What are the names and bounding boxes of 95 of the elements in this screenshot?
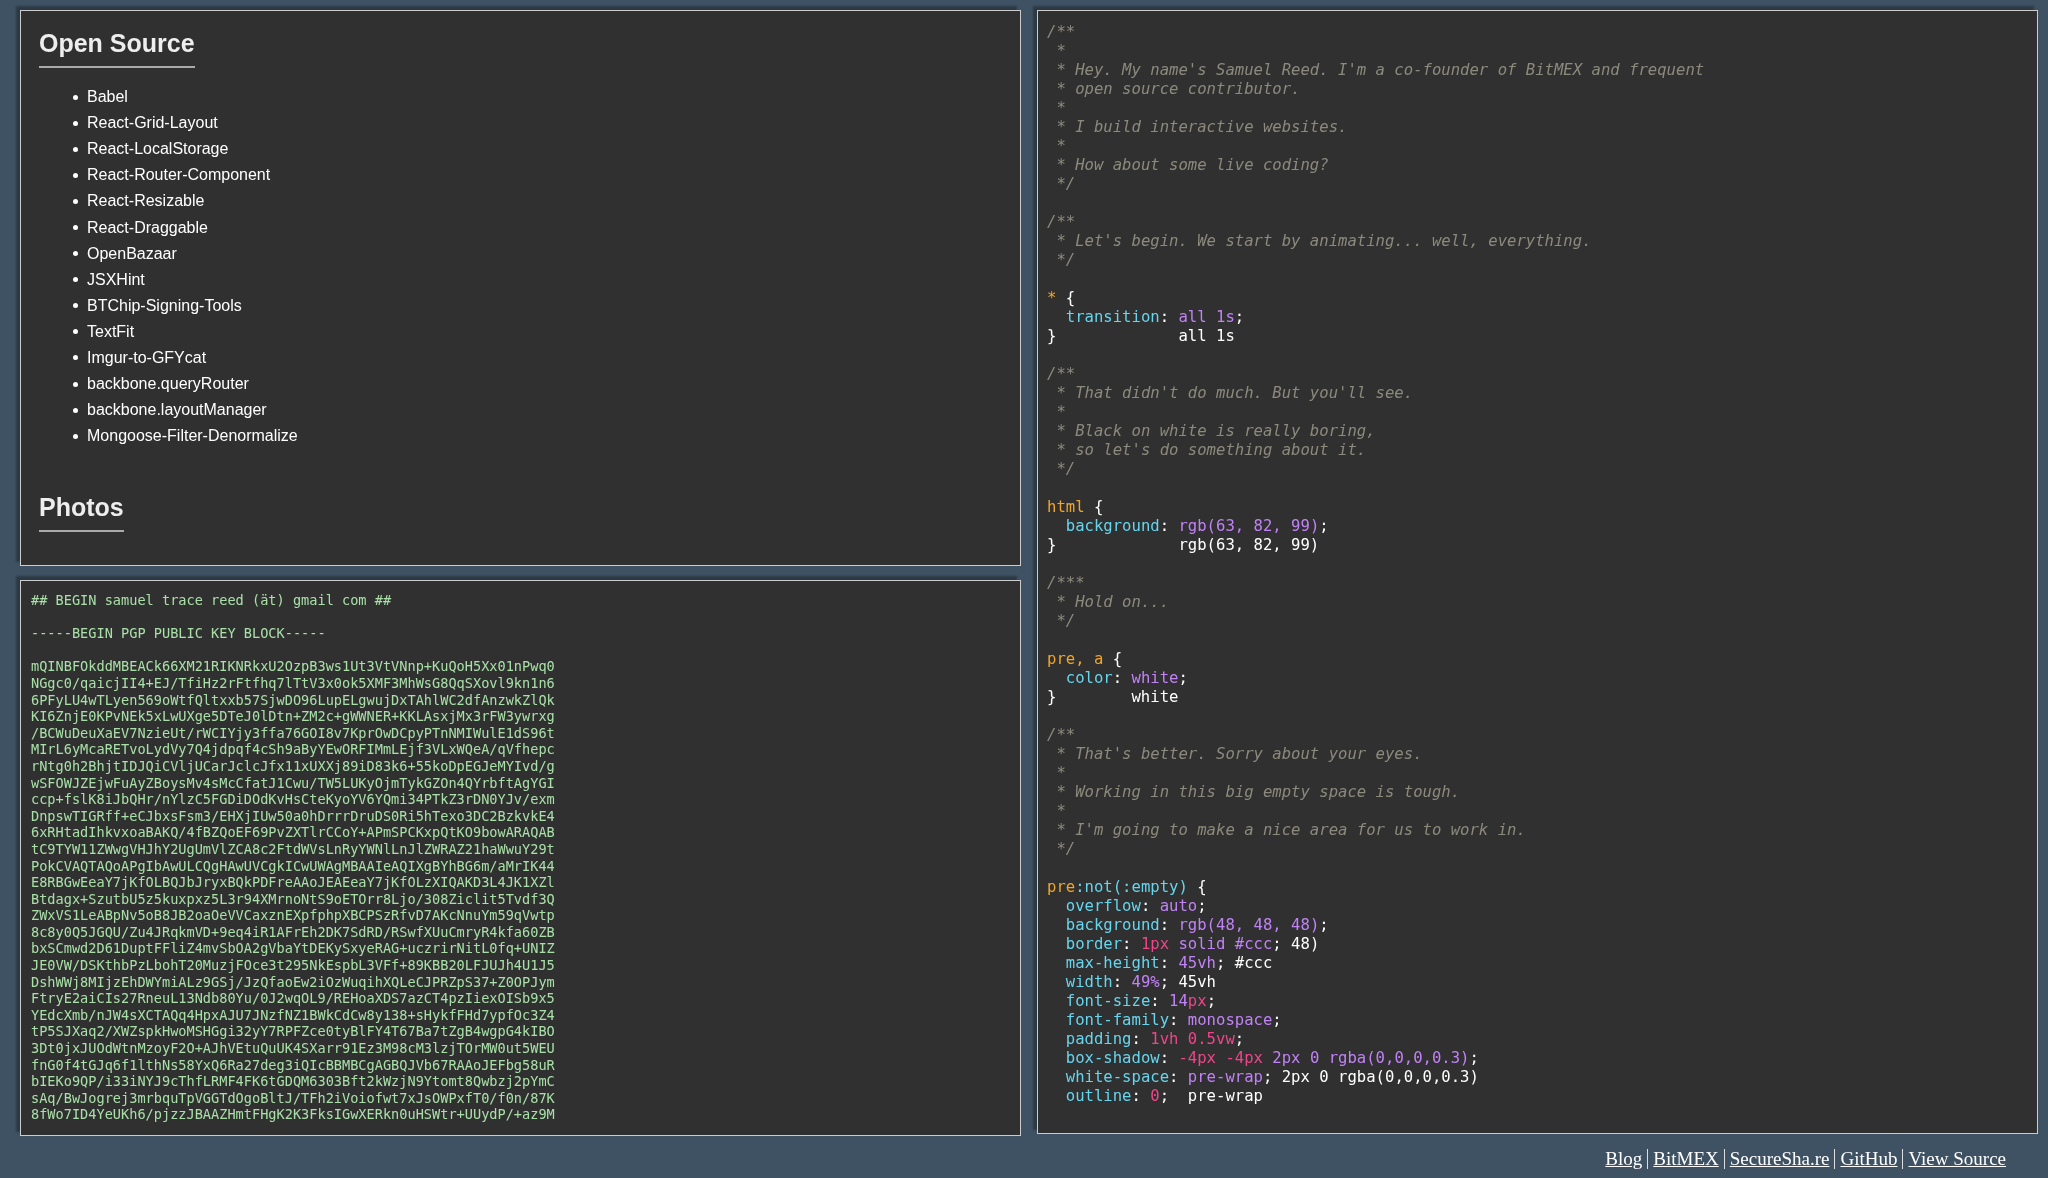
code-line: } xyxy=(1047,327,1057,345)
bullet-icon xyxy=(73,225,78,230)
footer-link[interactable]: SecureSha.re xyxy=(1729,1148,1830,1170)
code-comment: * so let's do something about it. xyxy=(1055,441,1367,459)
code-comment: * xyxy=(1055,764,1066,782)
code-comment: */ xyxy=(1055,251,1076,269)
code-line: padding: 1vh 0.5vw; xyxy=(1064,1030,1245,1048)
project-link[interactable]: OpenBazaar xyxy=(87,244,177,263)
code-line: } xyxy=(1047,536,1057,554)
bullet-icon xyxy=(73,329,78,335)
code-comment: * Hey. My name's Samuel Reed. I'm a co-founder of BitMEX and frequent xyxy=(1055,61,1705,79)
project-link[interactable]: backbone.queryRouter xyxy=(87,375,249,394)
key-header: ## BEGIN samuel trace reed (ät) gmail com ## xyxy=(31,592,393,609)
code-line: pre:not(:empty) { xyxy=(1047,878,1207,896)
code-line: transition: all 1s; xyxy=(1064,308,1245,326)
project-link[interactable]: React-Router-Component xyxy=(87,166,271,185)
footer-link[interactable]: View Source xyxy=(1908,1148,2006,1170)
section-heading: Photos xyxy=(39,493,124,533)
bullet-icon xyxy=(73,198,78,204)
code-comment: /** xyxy=(1047,726,1076,744)
bullet-icon xyxy=(73,355,78,361)
code-line: } xyxy=(1047,688,1057,706)
bullet-icon xyxy=(73,407,78,413)
computed-value-text: 45vh xyxy=(1178,973,1216,991)
code-line: color: white; xyxy=(1064,669,1188,687)
project-link[interactable]: React-Resizable xyxy=(87,192,205,211)
code-comment: * xyxy=(1055,403,1066,421)
key-block-marker: -----BEGIN PGP PUBLIC KEY BLOCK----- xyxy=(31,625,327,642)
bullet-icon xyxy=(73,251,78,257)
bullet-icon xyxy=(73,433,78,439)
bullet-icon xyxy=(73,94,78,100)
code-comment: * I build interactive websites. xyxy=(1055,118,1348,136)
project-link[interactable]: BTChip-Signing-Tools xyxy=(87,296,242,315)
code-comment: * xyxy=(1055,42,1066,60)
code-comment: */ xyxy=(1055,612,1076,630)
project-link[interactable]: TextFit xyxy=(87,322,135,341)
code-comment: * xyxy=(1055,802,1066,820)
code-comment: * xyxy=(1055,99,1066,117)
code-line: html { xyxy=(1047,498,1104,516)
code-comment: * I'm going to make a nice area for us to work in. xyxy=(1055,821,1526,839)
computed-value-text: 2px 0 rgba(0,0,0,0.3) xyxy=(1281,1068,1479,1086)
code-line: white-space: pre-wrap; xyxy=(1064,1068,1273,1086)
bullet-icon xyxy=(73,277,78,283)
project-link[interactable]: backbone.layoutManager xyxy=(87,401,267,420)
project-link[interactable]: React-Draggable xyxy=(87,218,208,237)
computed-value-text: pre-wrap xyxy=(1187,1087,1263,1105)
code-line: font-size: 14px; xyxy=(1064,992,1216,1010)
bullet-icon xyxy=(73,146,78,152)
code-line: font-family: monospace; xyxy=(1064,1011,1282,1029)
bullet-icon xyxy=(73,172,78,178)
code-comment: * That's better. Sorry about your eyes. xyxy=(1055,745,1423,763)
code-comment: */ xyxy=(1055,840,1076,858)
code-line: width: 49%; xyxy=(1064,973,1170,991)
code-line: overflow: auto; xyxy=(1064,897,1207,915)
project-link[interactable]: Mongoose-Filter-Denormalize xyxy=(87,427,298,446)
bullet-icon xyxy=(73,381,78,387)
code-comment: * That didn't do much. But you'll see. xyxy=(1055,384,1414,402)
code-line: box-shadow: -4px -4px 2px 0 rgba(0,0,0,0.3); xyxy=(1064,1049,1479,1067)
code-comment: * Working in this big empty space is tough. xyxy=(1055,783,1461,801)
public-key-text: mQINBFOkddMBEACk66XM21RIKNRkxU2OzpB3ws1Ut3VtVNnp+KuQoH5Xx01nPwq0 NGgc0/qaicjII4+EJ/TfiHz2rFtfhq7lTtV3x0ok5XMF3MhWsG8QqSXovl9kn1n6 6PFyLU4wTLyen569oWtfQltxxb57SjwDO96LupELgwujDxTAhlWC2dfAnzwkZlQk KI6ZnjE0KPvNEk5xLwUXge5DTeJ0lDtn+ZM2c+gWWNER+KKLAsxjMx3rFW3ywrxg /BCWuDeuXaEV7NzieUt/rWCIYjy3ffa76GOI8v7KprOwDCpyPTnNMIWulE1dS96t MIrL6yMcaRETvoLydVy7Q4jdpqf4cSh9aByYEwORFIMmLEjf3VLxWQeA/qVfhepc rNtg0h2BhjtIDJQiCVljUCarJclcJfx11xUXXj89iD83k6+55koDpEGJeMYIvd/g wSFOWJZEjwFuAyZBoysMv4sMcCfatJ1Cwu/TW5LUKyOjmTykGZOn4QYrbftAgYGI ccp+fslK8iJbQHr/nYlzC5FGDiDOdKvHsCteKyoYV6YQmi34PTkZ3rDN0YJv/exm DnpswTIGRff+eCJbxsFsm3/EHXjIUw50a0hDrrrDruDS0Ri5hTexo3DC2BzkvkE4 6xRHtadIhkvxoaBAKQ/4fBZQoEF69PvZXTlrCCoY+APmSPCKxpQtKO9bowARAQAB tC9TYW11ZWwgVHJhY2UgUmVlZCA8c2FtdWVsLnRyYWNlLnJlZWRAZ21haWwuY29t PokCVAQTAQoAPgIbAwULCQgHAwUVCgkICwUWAgMBAAIeAQIXgBYhBG6m/aMrIK44 E8RBGwEeaY7jKfOLBQJbJryxBQkPDFreAAoJEAEeaY7jKfOLzXIQAKD3L4JK1XZl Btdagx+SzutbU5z5kuxpxz5L3r94XMrnoNtS9oETOrr8Ljo/308Ziclit5Tvdf3Q ZWxVS1LeABpNv5oB8JB2oaOeVVCaxznEXpfphpXBCPSzRfvD7AKcNnuYm59qVwtp 8c8y0Q5JGQU/Zu4JRqkmVD+9eq4iR1AFrEh2DK7SdRD/RSwfXUuCmryR4kfa60ZB bxSCmwd2D61DuptFFliZ4mvSbOA2gVbaYtDEKySxyeRAG+uczrirNitL0fq+UNIZ JE0VW/DSKthbPzLbohT20MuzjFOce3t295NkEspbL3VFf+89KBB20LFJUJh4U1J5 DshWWj8MIjzEhDWYmiALz9GSj/JzQfaoEw2iOzWuqihXQLeCJPRZpS37+Z0OPJym FtryE2aiCIs27RneuL13Ndb80Yu/0J2wqOL9/REHoaXDS7azCT4pzIiexOISb9x5 YEdcXmb/nJW4sXCTAQq4HpxAJU7JNzfNZ1BWkCdCw8y138+sHykfFHd7ypfOc3Z4 tP5SJXaq2/XWZspkHwoMSHGgi32yY7RPFZce0tyBlFY4T67Ba7tZgB4wgpG4kIBO 3Dt0jxJUOdWtnMzoyF2O+AJhVEtuQuUK4SXarr91Ez3M98cM3lzjTOrMW0ut5WEU fnG0f4tGJq6f1lthNs58YxQ6Ra27deg3iQIcBBMBCgAGBQJVb67RAAoJEFbg58uR bIEKo9QP/i33iNYJ9cThfLRMF4FK6tGDQM6303Bft2kWzjN9Ytomt8Qwbzj2pYmC sAq/BwJogrej3mrbquTpVGGTdOgoBltJ/TFh2iVoiofwt7xJsOWPxfT0/f0n/87K 8fWo7ID4YeUKh6/pjzzJBAAZHmtFHgK2K3FksIGwXERkn0uHSWtr+UUydP/+az9M xyxy=(31,658,556,1123)
code-comment: */ xyxy=(1055,460,1076,478)
computed-value-text: all 1s xyxy=(1178,327,1235,345)
code-comment: /** xyxy=(1047,213,1076,231)
code-line: outline: 0; xyxy=(1064,1087,1170,1105)
computed-value-text: 48) xyxy=(1291,935,1320,953)
bullet-icon xyxy=(73,303,78,309)
code-line: background: rgb(48, 48, 48); xyxy=(1064,916,1329,934)
code-line: max-height: 45vh; xyxy=(1064,954,1226,972)
computed-value-text: white xyxy=(1131,688,1179,706)
project-link[interactable]: Babel xyxy=(87,88,128,107)
code-comment: /** xyxy=(1047,23,1076,41)
project-link[interactable]: Imgur-to-GFYcat xyxy=(87,349,207,367)
footer-link[interactable]: BitMEX xyxy=(1653,1148,1719,1170)
code-line: pre, a { xyxy=(1047,650,1123,668)
code-comment: * open source contributor. xyxy=(1055,80,1301,98)
code-comment: * xyxy=(1055,137,1066,155)
code-comment: */ xyxy=(1055,175,1076,193)
project-link[interactable]: React-LocalStorage xyxy=(87,140,229,159)
code-comment: * Black on white is really boring, xyxy=(1055,422,1376,440)
project-link[interactable]: JSXHint xyxy=(87,270,145,289)
code-line: background: rgb(63, 82, 99); xyxy=(1064,517,1329,535)
project-link[interactable]: React-Grid-Layout xyxy=(87,114,218,133)
code-line: border: 1px solid #ccc; xyxy=(1064,935,1282,953)
code-comment: /*** xyxy=(1047,574,1085,592)
code-comment: * Let's begin. We start by animating... well, everything. xyxy=(1055,232,1592,250)
footer-link[interactable]: Blog xyxy=(1605,1148,1643,1170)
footer-link[interactable]: GitHub xyxy=(1840,1148,1898,1170)
code-line: * { xyxy=(1047,289,1076,307)
section-heading: Open Source xyxy=(39,29,195,68)
code-comment: * Hold on... xyxy=(1055,593,1170,611)
code-comment: /** xyxy=(1047,365,1076,383)
bullet-icon xyxy=(73,120,78,126)
computed-value-text: rgb(63, 82, 99) xyxy=(1178,536,1320,554)
computed-value-text: #ccc xyxy=(1234,954,1273,972)
code-comment: * How about some live coding? xyxy=(1055,156,1329,174)
